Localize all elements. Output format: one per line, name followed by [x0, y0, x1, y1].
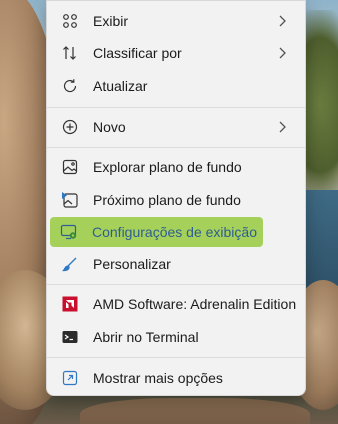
chevron-right-icon	[275, 46, 289, 60]
add-circle-icon	[61, 118, 79, 136]
grid-view-icon	[61, 12, 79, 30]
menu-item-label: AMD Software: Adrenalin Edition	[93, 296, 297, 312]
chevron-right-icon	[275, 14, 289, 28]
menu-item-label: Configurações de exibição	[92, 224, 257, 240]
menu-item-open-terminal[interactable]: Abrir no Terminal	[51, 322, 301, 352]
menu-item-amd-software[interactable]: AMD Software: Adrenalin Edition	[51, 289, 301, 319]
menu-item-next-wallpaper[interactable]: Próximo plano de fundo	[51, 185, 301, 215]
menu-item-new[interactable]: Novo	[51, 112, 301, 142]
amd-logo-icon	[61, 295, 79, 313]
menu-item-label: Próximo plano de fundo	[93, 192, 241, 208]
wallpaper-rock	[80, 398, 310, 424]
menu-item-explore-wallpaper[interactable]: Explorar plano de fundo	[51, 152, 301, 182]
menu-separator	[47, 107, 305, 108]
refresh-icon	[61, 77, 79, 95]
next-wallpaper-icon	[61, 191, 79, 209]
menu-item-display-settings[interactable]: Configurações de exibição	[50, 217, 263, 247]
menu-item-label: Atualizar	[93, 78, 148, 94]
menu-item-view[interactable]: Exibir	[51, 6, 301, 36]
terminal-icon	[61, 328, 79, 346]
display-settings-icon	[60, 223, 78, 241]
brush-icon	[61, 255, 79, 273]
menu-separator	[47, 147, 305, 148]
chevron-right-icon	[275, 120, 289, 134]
menu-item-label: Abrir no Terminal	[93, 329, 199, 345]
menu-item-label: Novo	[93, 119, 126, 135]
menu-item-refresh[interactable]: Atualizar	[51, 71, 301, 101]
desktop-context-menu: Exibir Classificar por Atualizar Novo Ex…	[46, 0, 306, 396]
menu-item-label: Mostrar mais opções	[93, 370, 223, 386]
sort-icon	[61, 44, 79, 62]
menu-item-show-more-options[interactable]: Mostrar mais opções	[51, 363, 301, 393]
menu-item-label: Explorar plano de fundo	[93, 159, 242, 175]
menu-item-sort-by[interactable]: Classificar por	[51, 38, 301, 68]
more-options-icon	[61, 369, 79, 387]
image-icon	[61, 158, 79, 176]
menu-item-label: Classificar por	[93, 45, 182, 61]
menu-item-label: Personalizar	[93, 256, 171, 272]
menu-item-personalize[interactable]: Personalizar	[51, 249, 301, 279]
menu-item-label: Exibir	[93, 13, 129, 29]
menu-separator	[47, 357, 305, 358]
menu-separator	[47, 284, 305, 285]
